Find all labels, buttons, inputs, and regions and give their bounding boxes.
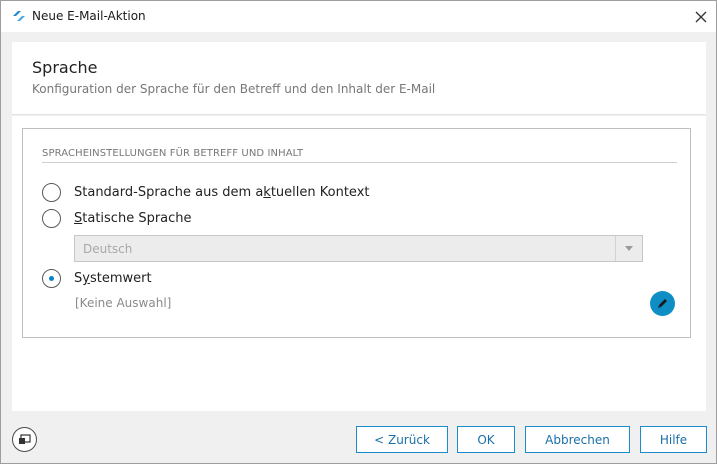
cancel-button[interactable]: Abbrechen	[525, 426, 630, 453]
radio-context-language[interactable]	[42, 183, 61, 202]
pencil-icon	[658, 299, 667, 308]
app-logo-icon	[13, 11, 25, 21]
ok-button[interactable]: OK	[457, 426, 515, 453]
window-title: Neue E-Mail-Aktion	[32, 9, 146, 23]
help-button[interactable]: Hilfe	[640, 426, 707, 453]
language-select: Deutsch	[74, 235, 643, 262]
radio-label-context-language[interactable]: Standard-Sprache aus dem aktuellen Konte…	[74, 185, 369, 200]
window-layout-button[interactable]	[12, 427, 37, 452]
back-button[interactable]: < Zurück	[356, 426, 448, 453]
dialog-window: Neue E-Mail-Aktion Sprache Konfiguration…	[0, 0, 717, 464]
close-button[interactable]	[685, 1, 716, 32]
edit-system-value-button[interactable]	[650, 291, 675, 316]
page-header: Sprache Konfiguration der Sprache für de…	[12, 42, 706, 115]
radio-label-system-value[interactable]: Systemwert	[74, 271, 152, 286]
system-value-text: [Keine Auswahl]	[75, 296, 172, 310]
radio-label-static-language[interactable]: Statische Sprache	[74, 211, 192, 226]
language-select-value: Deutsch	[83, 242, 133, 256]
page-title: Sprache	[32, 58, 98, 77]
language-settings-group: SPRACHEINSTELLUNGEN FÜR BETREFF UND INHA…	[22, 128, 691, 338]
group-divider	[42, 162, 677, 163]
window-layout-icon	[19, 434, 31, 444]
close-icon	[695, 11, 706, 22]
page-subtitle: Konfiguration der Sprache für den Betref…	[32, 82, 436, 96]
group-title: SPRACHEINSTELLUNGEN FÜR BETREFF UND INHA…	[42, 148, 304, 159]
radio-static-language[interactable]	[42, 209, 61, 228]
chevron-down-icon	[615, 236, 642, 261]
content-area: SPRACHEINSTELLUNGEN FÜR BETREFF UND INHA…	[12, 116, 706, 411]
radio-system-value[interactable]	[42, 269, 61, 288]
title-bar: Neue E-Mail-Aktion	[1, 1, 716, 32]
